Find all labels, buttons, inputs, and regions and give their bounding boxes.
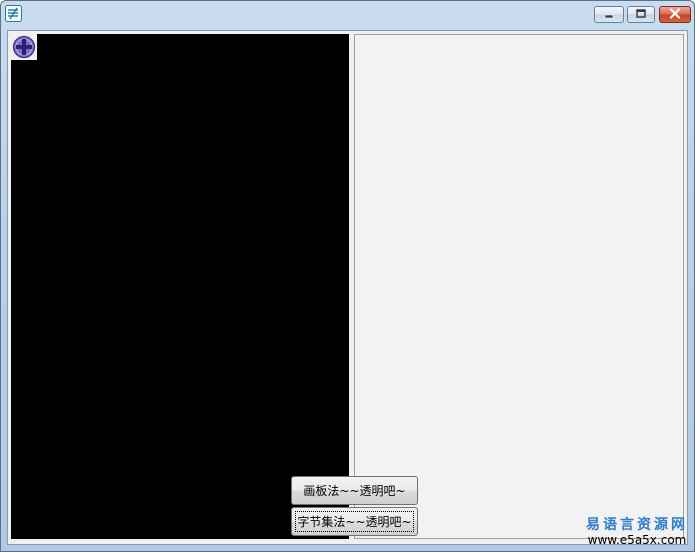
minimize-icon [603, 7, 615, 22]
preview-panel [354, 34, 684, 539]
watermark-text: 易语言资源网 [586, 517, 688, 534]
focus-ring [295, 511, 414, 532]
client-area: 画板法~~透明吧~ 字节集法~~透明吧~ [7, 30, 688, 545]
main-window: 画板法~~透明吧~ 字节集法~~透明吧~ 易语言资源网 www.e5a5x.co… [0, 0, 695, 552]
watermark-url: www.e5a5x.com [587, 532, 687, 547]
minimize-button[interactable] [594, 6, 624, 23]
title-bar[interactable] [1, 1, 694, 27]
app-icon[interactable] [5, 5, 22, 22]
drawing-canvas[interactable] [11, 34, 349, 539]
byteset-method-button[interactable]: 字节集法~~透明吧~ [291, 507, 418, 536]
maximize-icon [635, 7, 647, 22]
canvas-method-label: 画板法~~透明吧~ [303, 484, 406, 498]
maximize-button[interactable] [627, 6, 655, 23]
canvas-method-button[interactable]: 画板法~~透明吧~ [291, 476, 418, 505]
watermark: 易语言资源网 www.e5a5x.com [586, 518, 688, 547]
close-button[interactable] [659, 6, 691, 23]
circle-plus-icon [11, 34, 37, 60]
close-icon [669, 7, 681, 22]
